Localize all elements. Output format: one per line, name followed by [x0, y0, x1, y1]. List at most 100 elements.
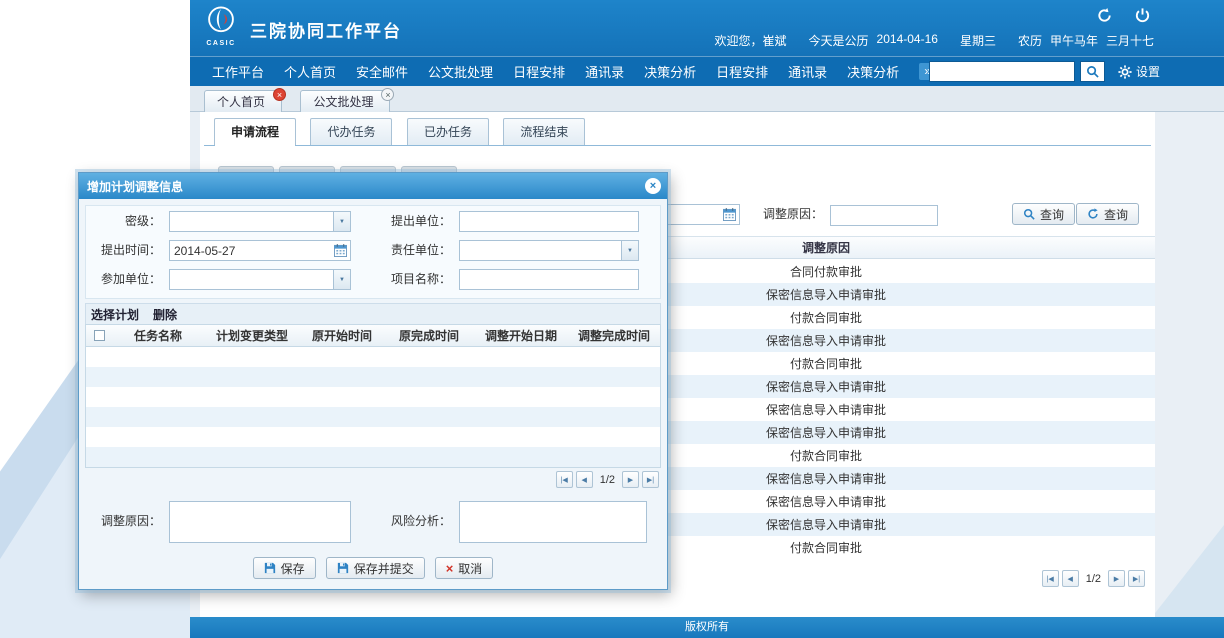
nav-item[interactable]: 日程安排	[513, 62, 565, 81]
project-name-label: 项目名称：	[367, 269, 451, 290]
main-nav: 工作平台 个人首页 安全邮件 公文批处理 日程安排 通讯录 决策分析 日程安排 …	[190, 56, 1224, 86]
tab-close-icon[interactable]: ×	[381, 88, 394, 101]
dialog-close-button[interactable]: ×	[645, 178, 661, 194]
select-all-checkbox[interactable]	[94, 330, 105, 341]
cancel-button-label: 取消	[458, 560, 482, 577]
tab-close-icon[interactable]: ×	[273, 88, 286, 101]
search-input[interactable]	[929, 61, 1075, 82]
responsible-unit-label: 责任单位：	[367, 240, 451, 261]
nav-item[interactable]: 公文批处理	[428, 62, 493, 81]
tab-document-processing[interactable]: 公文批处理 ×	[300, 90, 390, 112]
adjust-reason-textarea[interactable]	[169, 501, 351, 543]
app-title: 三院协同工作平台	[250, 17, 402, 42]
nav-item[interactable]: 工作平台	[212, 62, 264, 81]
subtab-label: 申请流程	[231, 125, 279, 139]
subtab-label: 已办任务	[424, 125, 472, 139]
query-refresh-button[interactable]: 查询	[1076, 203, 1139, 225]
query-button[interactable]: 查询	[1012, 203, 1075, 225]
delete-link[interactable]: 删除	[153, 306, 177, 323]
adjust-reason-filter-label: 调整原因：	[763, 204, 823, 225]
propose-time-input[interactable]: 2014-05-27	[169, 240, 351, 261]
tab-label: 个人首页	[217, 95, 265, 109]
save-and-submit-button[interactable]: 保存并提交	[326, 557, 425, 579]
select-plan-link[interactable]: 选择计划	[91, 306, 139, 323]
cell-adjust-reason: 保密信息导入申请审批	[766, 332, 886, 349]
header-icons	[1096, 7, 1152, 25]
cell-adjust-reason: 保密信息导入申请审批	[766, 378, 886, 395]
search-button[interactable]	[1080, 61, 1105, 82]
propose-unit-input[interactable]	[459, 211, 639, 232]
propose-time-label: 提出时间：	[81, 240, 161, 261]
last-page-button[interactable]: ▶|	[642, 471, 659, 488]
query-button-label: 查询	[1040, 206, 1064, 223]
today-date: 2014-04-16	[877, 32, 938, 49]
nav-item[interactable]: 决策分析	[847, 62, 899, 81]
dialog-actions: 保存 保存并提交 × 取消	[79, 557, 667, 579]
lunar-day: 三月十七	[1106, 32, 1154, 49]
empty-grid-row	[86, 447, 660, 467]
grid-header-orig-start: 原开始时间	[300, 325, 384, 346]
settings-label: 设置	[1136, 63, 1160, 80]
subtab-todo-tasks[interactable]: 代办任务	[310, 118, 392, 145]
save-button[interactable]: 保存	[253, 557, 316, 579]
nav-item[interactable]: 个人首页	[284, 62, 336, 81]
propose-unit-label: 提出单位：	[367, 211, 451, 232]
next-page-button[interactable]: ▶	[1108, 570, 1125, 587]
subtab-flow-finished[interactable]: 流程结束	[503, 118, 585, 145]
secrecy-level-label: 密级：	[81, 211, 161, 232]
plan-grid: 任务名称 计划变更类型 原开始时间 原完成时间 调整开始日期 调整完成时间	[85, 324, 661, 468]
refresh-icon[interactable]	[1096, 7, 1114, 25]
first-page-button[interactable]: |◀	[1042, 570, 1059, 587]
adjust-reason-label: 调整原因：	[81, 511, 161, 532]
weekday-text: 星期三	[960, 32, 996, 49]
adjust-reason-filter-input[interactable]	[830, 205, 938, 226]
nav-item[interactable]: 决策分析	[644, 62, 696, 81]
subtab-done-tasks[interactable]: 已办任务	[407, 118, 489, 145]
last-page-button[interactable]: ▶|	[1128, 570, 1145, 587]
welcome-text: 欢迎您，崔斌	[715, 32, 787, 49]
cancel-button[interactable]: × 取消	[435, 557, 494, 579]
cell-adjust-reason: 付款合同审批	[790, 309, 862, 326]
column-header-label: 调整原因	[802, 239, 850, 256]
nav-item[interactable]: 日程安排	[716, 62, 768, 81]
responsible-unit-select[interactable]: ▼	[459, 240, 639, 261]
search-icon	[1023, 208, 1035, 220]
dialog-titlebar[interactable]: 增加计划调整信息 ×	[79, 173, 667, 199]
grid-header-change-type: 计划变更类型	[204, 325, 300, 346]
save-icon	[337, 562, 349, 574]
next-page-button[interactable]: ▶	[622, 471, 639, 488]
first-page-button[interactable]: |◀	[556, 471, 573, 488]
cell-adjust-reason: 付款合同审批	[790, 355, 862, 372]
cancel-icon: ×	[446, 562, 454, 575]
prev-page-button[interactable]: ◀	[576, 471, 593, 488]
project-name-input[interactable]	[459, 269, 639, 290]
plan-grid-header: 任务名称 计划变更类型 原开始时间 原完成时间 调整开始日期 调整完成时间	[86, 325, 660, 347]
grid-toolbar: 选择计划 删除	[85, 303, 661, 324]
nav-item[interactable]: 安全邮件	[356, 62, 408, 81]
risk-analysis-textarea[interactable]	[459, 501, 647, 543]
participate-unit-select[interactable]: ▼	[169, 269, 351, 290]
power-icon[interactable]	[1134, 7, 1152, 25]
grid-pagination: |◀ ◀ 1/2 ▶ ▶|	[556, 471, 659, 488]
prev-page-button[interactable]: ◀	[1062, 570, 1079, 587]
calendar-icon[interactable]	[721, 206, 738, 223]
chevron-down-icon: ▼	[333, 212, 350, 231]
subtab-apply-flow[interactable]: 申请流程	[214, 118, 296, 145]
empty-grid-row	[86, 387, 660, 407]
background-decoration	[1152, 525, 1224, 617]
tab-personal-home[interactable]: 个人首页 ×	[204, 90, 282, 112]
nav-item[interactable]: 通讯录	[788, 62, 827, 81]
grid-header-orig-finish: 原完成时间	[384, 325, 474, 346]
secrecy-level-select[interactable]: ▼	[169, 211, 351, 232]
tab-label: 公文批处理	[313, 95, 373, 109]
nav-item[interactable]: 通讯录	[585, 62, 624, 81]
add-plan-adjustment-dialog: 增加计划调整信息 × 密级： ▼ 提出单位： 提出时间： 2014-05-27 …	[78, 172, 668, 590]
gear-icon	[1118, 65, 1132, 79]
date-value: 2014-05-27	[174, 244, 235, 258]
settings-button[interactable]: 设置	[1118, 63, 1160, 80]
save-icon	[264, 562, 276, 574]
cell-adjust-reason: 付款合同审批	[790, 539, 862, 556]
cell-adjust-reason: 保密信息导入申请审批	[766, 401, 886, 418]
calendar-icon[interactable]	[332, 242, 349, 259]
today-label: 今天是公历	[809, 32, 869, 49]
